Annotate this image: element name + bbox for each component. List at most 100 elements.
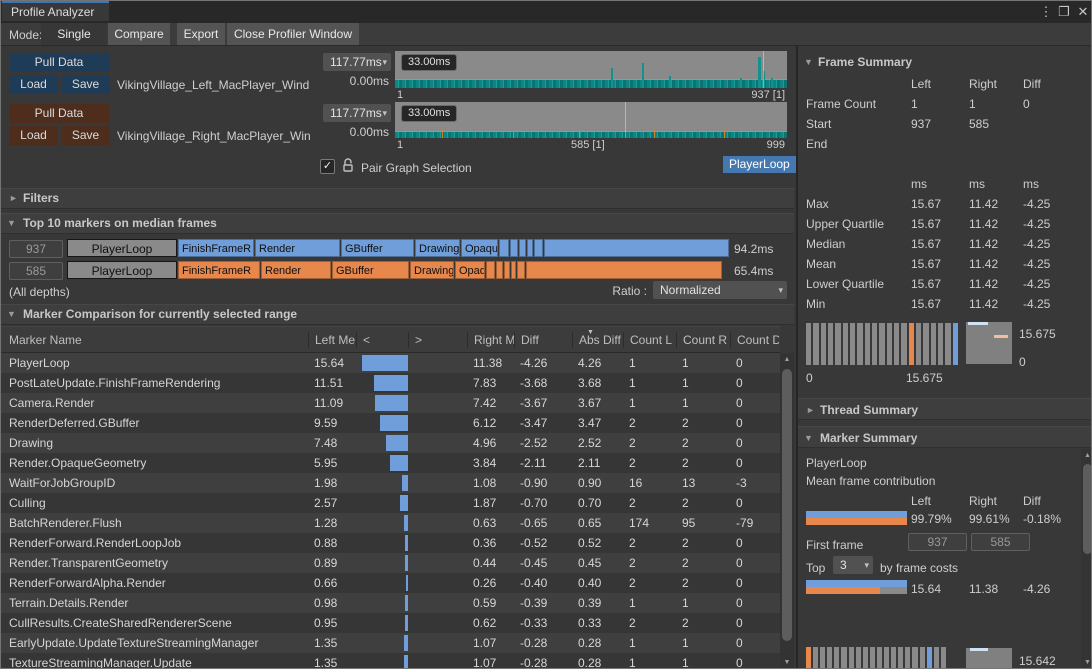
- comparison-scrollbar-thumb[interactable]: [782, 369, 792, 641]
- column-header-left-median[interactable]: Left Me: [308, 332, 356, 348]
- comparison-row[interactable]: Drawing7.484.96-2.522.52220: [1, 433, 780, 453]
- column-header-left-bar[interactable]: <: [356, 332, 408, 348]
- comparison-cell-right: 1.07: [473, 633, 513, 653]
- comparison-cell-diff: -2.11: [520, 453, 572, 473]
- comparison-row[interactable]: BatchRenderer.Flush1.280.63-0.650.651749…: [1, 513, 780, 533]
- marker-segment[interactable]: [534, 239, 543, 257]
- column-header-count-left[interactable]: Count L: [623, 332, 676, 348]
- marker-segment[interactable]: [504, 261, 510, 279]
- selected-marker-chip[interactable]: PlayerLoop: [723, 156, 796, 173]
- first-frame-left-button[interactable]: 937: [908, 533, 967, 551]
- summary-cell-label: End: [806, 134, 827, 154]
- comparison-section-header[interactable]: ▼ Marker Comparison for currently select…: [1, 304, 794, 325]
- comparison-row[interactable]: Render.TransparentGeometry0.890.44-0.450…: [1, 553, 780, 573]
- comparison-row[interactable]: RenderForwardAlpha.Render0.660.26-0.400.…: [1, 573, 780, 593]
- top-n-dropdown[interactable]: 3 ▾: [833, 556, 873, 574]
- marker-summary-scrollbar[interactable]: ▲ ▼: [1081, 449, 1092, 669]
- comparison-row[interactable]: PostLateUpdate.FinishFrameRendering11.51…: [1, 373, 780, 393]
- unlock-icon[interactable]: [342, 158, 354, 176]
- kebab-menu-icon[interactable]: ⋮: [1038, 2, 1054, 21]
- marker-segment[interactable]: PlayerLoop: [67, 239, 177, 257]
- marker-segment[interactable]: FinishFrameR: [178, 239, 254, 257]
- export-button[interactable]: Export: [177, 23, 225, 45]
- column-header-count-diff[interactable]: Count D: [730, 332, 779, 348]
- pull-data-left-button[interactable]: Pull Data: [9, 53, 109, 72]
- marker-segment[interactable]: [519, 239, 526, 257]
- marker-segment[interactable]: [511, 261, 516, 279]
- marker-segment[interactable]: [517, 261, 525, 279]
- marker-segment[interactable]: Render: [261, 261, 331, 279]
- column-header-diff[interactable]: Diff: [514, 332, 572, 348]
- marker-summary-scrollbar-thumb[interactable]: [1083, 464, 1092, 554]
- comparison-row[interactable]: RenderForward.RenderLoopJob0.880.36-0.52…: [1, 533, 780, 553]
- marker-segment[interactable]: Drawing: [410, 261, 454, 279]
- tab-profile-analyzer[interactable]: Profile Analyzer: [2, 1, 109, 21]
- close-profiler-window-button[interactable]: Close Profiler Window: [227, 23, 359, 45]
- save-right-button[interactable]: Save: [61, 126, 110, 145]
- mode-single-button[interactable]: Single: [41, 23, 107, 45]
- frame-graph-right[interactable]: 33.00ms: [395, 102, 787, 138]
- close-icon[interactable]: ✕: [1075, 2, 1091, 21]
- scroll-up-icon[interactable]: ▲: [780, 356, 794, 363]
- marker-segment[interactable]: FinishFrameR: [178, 261, 260, 279]
- marker-segment[interactable]: Opaqu: [461, 239, 498, 257]
- cost-bar-right-wrap: [806, 587, 907, 594]
- marker-segment[interactable]: [526, 261, 722, 279]
- marker-segment[interactable]: Render: [255, 239, 340, 257]
- save-left-button[interactable]: Save: [61, 75, 110, 94]
- marker-segment[interactable]: [527, 239, 533, 257]
- mode-compare-button[interactable]: Compare: [108, 23, 170, 45]
- marker-summary-header[interactable]: ▼ Marker Summary: [798, 426, 1092, 448]
- comparison-cell-left: 0.89: [314, 553, 354, 573]
- column-header-marker-name[interactable]: Marker Name: [3, 332, 303, 348]
- marker-segment[interactable]: [544, 239, 729, 257]
- marker-segment[interactable]: Opaqu: [455, 261, 485, 279]
- column-header-abs-diff[interactable]: Abs Diff: [572, 332, 623, 348]
- thread-summary-header[interactable]: ► Thread Summary: [798, 398, 1092, 420]
- column-header-right-bar[interactable]: >: [408, 332, 467, 348]
- column-header-right-median[interactable]: Right M: [467, 332, 514, 348]
- marker-segment[interactable]: GBuffer: [332, 261, 409, 279]
- top10-section-header[interactable]: ▼ Top 10 markers on median frames: [1, 213, 794, 234]
- first-frame-right-button[interactable]: 585: [971, 533, 1030, 551]
- comparison-row[interactable]: Camera.Render11.097.42-3.673.67110: [1, 393, 780, 413]
- comparison-row[interactable]: WaitForJobGroupID1.981.08-0.900.901613-3: [1, 473, 780, 493]
- range-dropdown-right[interactable]: 117.77ms ▾: [323, 104, 391, 122]
- comparison-row[interactable]: Terrain.Details.Render0.980.59-0.390.391…: [1, 593, 780, 613]
- ratio-dropdown[interactable]: Normalized ▾: [653, 281, 787, 299]
- comparison-cell-diff: -0.28: [520, 633, 572, 653]
- marker-segment[interactable]: [496, 261, 503, 279]
- column-header-count-right[interactable]: Count R: [676, 332, 730, 348]
- scroll-down-icon[interactable]: ▼: [1081, 659, 1092, 666]
- frame-number-box-right[interactable]: 585: [9, 262, 63, 280]
- comparison-row[interactable]: CullResults.CreateSharedRendererScene0.9…: [1, 613, 780, 633]
- comparison-cell-abs: 0.40: [578, 573, 621, 593]
- filters-section-header[interactable]: ► Filters: [1, 188, 794, 209]
- scroll-down-icon[interactable]: ▼: [780, 659, 794, 666]
- pair-graph-checkbox[interactable]: ✓: [320, 159, 335, 174]
- comparison-row[interactable]: Render.OpaqueGeometry5.953.84-2.112.1122…: [1, 453, 780, 473]
- summary-cell-label: Mean: [806, 254, 836, 274]
- pull-data-right-button[interactable]: Pull Data: [9, 104, 109, 123]
- marker-segment[interactable]: [486, 261, 495, 279]
- comparison-scrollbar[interactable]: ▲ ▼: [780, 353, 794, 669]
- marker-segment[interactable]: [510, 239, 518, 257]
- load-left-button[interactable]: Load: [9, 75, 58, 94]
- marker-segment[interactable]: Drawing: [415, 239, 460, 257]
- scroll-up-icon[interactable]: ▲: [1081, 452, 1092, 459]
- frame-graph-left[interactable]: 33.00ms: [395, 51, 787, 88]
- marker-segment[interactable]: GBuffer: [341, 239, 414, 257]
- frame-summary-title[interactable]: Frame Summary: [818, 53, 912, 72]
- comparison-row[interactable]: EarlyUpdate.UpdateTextureStreamingManage…: [1, 633, 780, 653]
- marker-segment[interactable]: [499, 239, 509, 257]
- comparison-row[interactable]: PlayerLoop15.6411.38-4.264.26110: [1, 353, 780, 373]
- load-right-button[interactable]: Load: [9, 126, 58, 145]
- frame-number-box-left[interactable]: 937: [9, 240, 63, 258]
- range-dropdown-left[interactable]: 117.77ms ▾: [323, 53, 391, 71]
- comparison-row[interactable]: Culling2.571.87-0.700.70220: [1, 493, 780, 513]
- marker-segment[interactable]: PlayerLoop: [67, 261, 177, 279]
- histogram-bar: [806, 647, 811, 669]
- maximize-icon[interactable]: ❐: [1056, 2, 1072, 21]
- comparison-row[interactable]: RenderDeferred.GBuffer9.596.12-3.473.472…: [1, 413, 780, 433]
- comparison-row[interactable]: TextureStreamingManager.Update1.351.07-0…: [1, 653, 780, 669]
